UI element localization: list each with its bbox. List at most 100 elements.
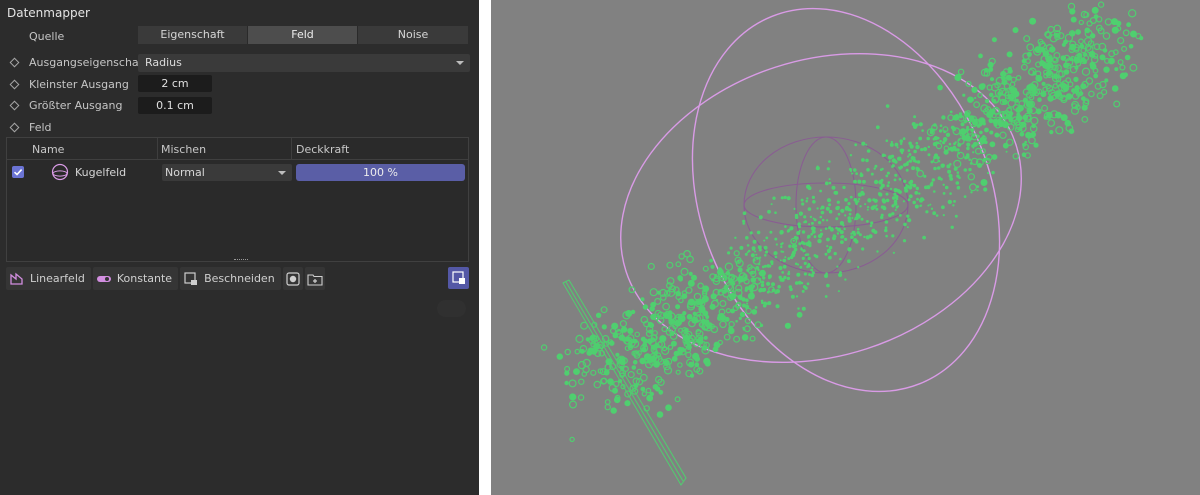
particle (1070, 16, 1077, 23)
particle (792, 239, 795, 242)
particle (847, 202, 851, 206)
enable-checkbox[interactable] (12, 166, 24, 178)
particle (585, 337, 590, 342)
particle (852, 232, 857, 236)
beschneiden-button[interactable]: Beschneiden (180, 267, 281, 290)
particle (923, 174, 927, 178)
particle (953, 200, 956, 203)
particle (1102, 32, 1111, 40)
particle (760, 323, 764, 327)
particle (828, 209, 833, 214)
particle (937, 84, 943, 91)
field-settings-button[interactable] (448, 267, 469, 289)
particle (745, 298, 749, 303)
particle (1102, 48, 1108, 53)
particle (828, 178, 831, 181)
particle (663, 366, 673, 375)
particle (826, 245, 829, 248)
particle (801, 230, 806, 234)
groesster-input[interactable]: 0.1 cm (138, 97, 212, 114)
particle (806, 265, 809, 269)
tab-feld[interactable]: Feld (248, 26, 358, 44)
particle (1100, 88, 1108, 96)
particle (885, 104, 890, 108)
particle (890, 140, 893, 144)
particle (1008, 118, 1013, 123)
particle (960, 122, 965, 127)
keyframe-diamond-icon[interactable] (9, 57, 20, 68)
particle (649, 288, 658, 297)
particle (1060, 55, 1067, 61)
particle (806, 282, 810, 286)
particle (940, 177, 943, 181)
particle (908, 194, 913, 199)
field-row[interactable]: Kugelfeld Normal 100 % (7, 161, 468, 183)
particle (752, 284, 756, 288)
particle (1115, 20, 1122, 27)
particle (963, 168, 968, 172)
particle (800, 281, 804, 285)
resize-handle[interactable] (234, 259, 248, 262)
particle (953, 159, 962, 168)
ausgang-dropdown[interactable]: Radius (138, 54, 470, 72)
particle (1129, 63, 1138, 72)
particle (780, 242, 783, 246)
field-name[interactable]: Kugelfeld (75, 166, 126, 179)
particle (1126, 22, 1131, 28)
column-divider[interactable] (157, 138, 158, 160)
scroll-indicator (437, 300, 466, 317)
particle (913, 115, 917, 119)
linearfeld-button[interactable]: Linearfeld (6, 267, 91, 290)
particle (976, 124, 981, 128)
particle (977, 92, 983, 99)
column-divider[interactable] (291, 138, 292, 160)
particle (1040, 91, 1047, 98)
keyframe-diamond-icon[interactable] (9, 100, 20, 111)
keyframe-diamond-icon[interactable] (9, 79, 20, 90)
particle (590, 369, 597, 376)
tab-noise[interactable]: Noise (358, 26, 468, 44)
particle (935, 214, 939, 217)
particle (593, 380, 602, 389)
particle (758, 215, 763, 220)
particle (728, 321, 735, 328)
particle (688, 361, 695, 368)
particle (1021, 63, 1028, 71)
particle (1122, 29, 1130, 37)
particle (601, 324, 607, 330)
particle (1012, 27, 1019, 34)
particle (798, 225, 801, 229)
field-list[interactable]: Name Mischen Deckkraft Kugelfeld Normal … (6, 137, 469, 262)
keyframe-diamond-icon[interactable] (9, 122, 20, 133)
particle (898, 190, 902, 194)
particle (878, 180, 883, 185)
particle (908, 159, 912, 162)
particle (893, 192, 897, 196)
particle (849, 167, 852, 171)
viewport-3d[interactable] (491, 0, 1200, 495)
particle (926, 185, 931, 190)
particle (856, 227, 860, 231)
column-mischen[interactable]: Mischen (161, 143, 206, 156)
column-name[interactable]: Name (32, 143, 64, 156)
particle (887, 181, 891, 184)
particle (957, 68, 965, 76)
konstante-button[interactable]: Konstante (92, 267, 179, 290)
particle (877, 192, 882, 196)
particle (739, 245, 744, 250)
particle (751, 246, 756, 251)
column-deckkraft[interactable]: Deckkraft (296, 143, 349, 156)
particle (967, 173, 975, 181)
particle (994, 132, 1000, 138)
layer-mask-button[interactable] (282, 267, 303, 290)
add-folder-button[interactable] (304, 267, 325, 290)
particle (898, 166, 902, 170)
particle (586, 350, 593, 356)
kleinster-input[interactable]: 2 cm (138, 75, 212, 92)
blend-mode-dropdown[interactable]: Normal (162, 164, 292, 181)
particle (774, 237, 778, 241)
particle (761, 271, 764, 274)
opacity-slider[interactable]: 100 % (296, 164, 465, 181)
tab-eigenschaft[interactable]: Eigenschaft (138, 26, 248, 44)
particle (861, 141, 866, 146)
